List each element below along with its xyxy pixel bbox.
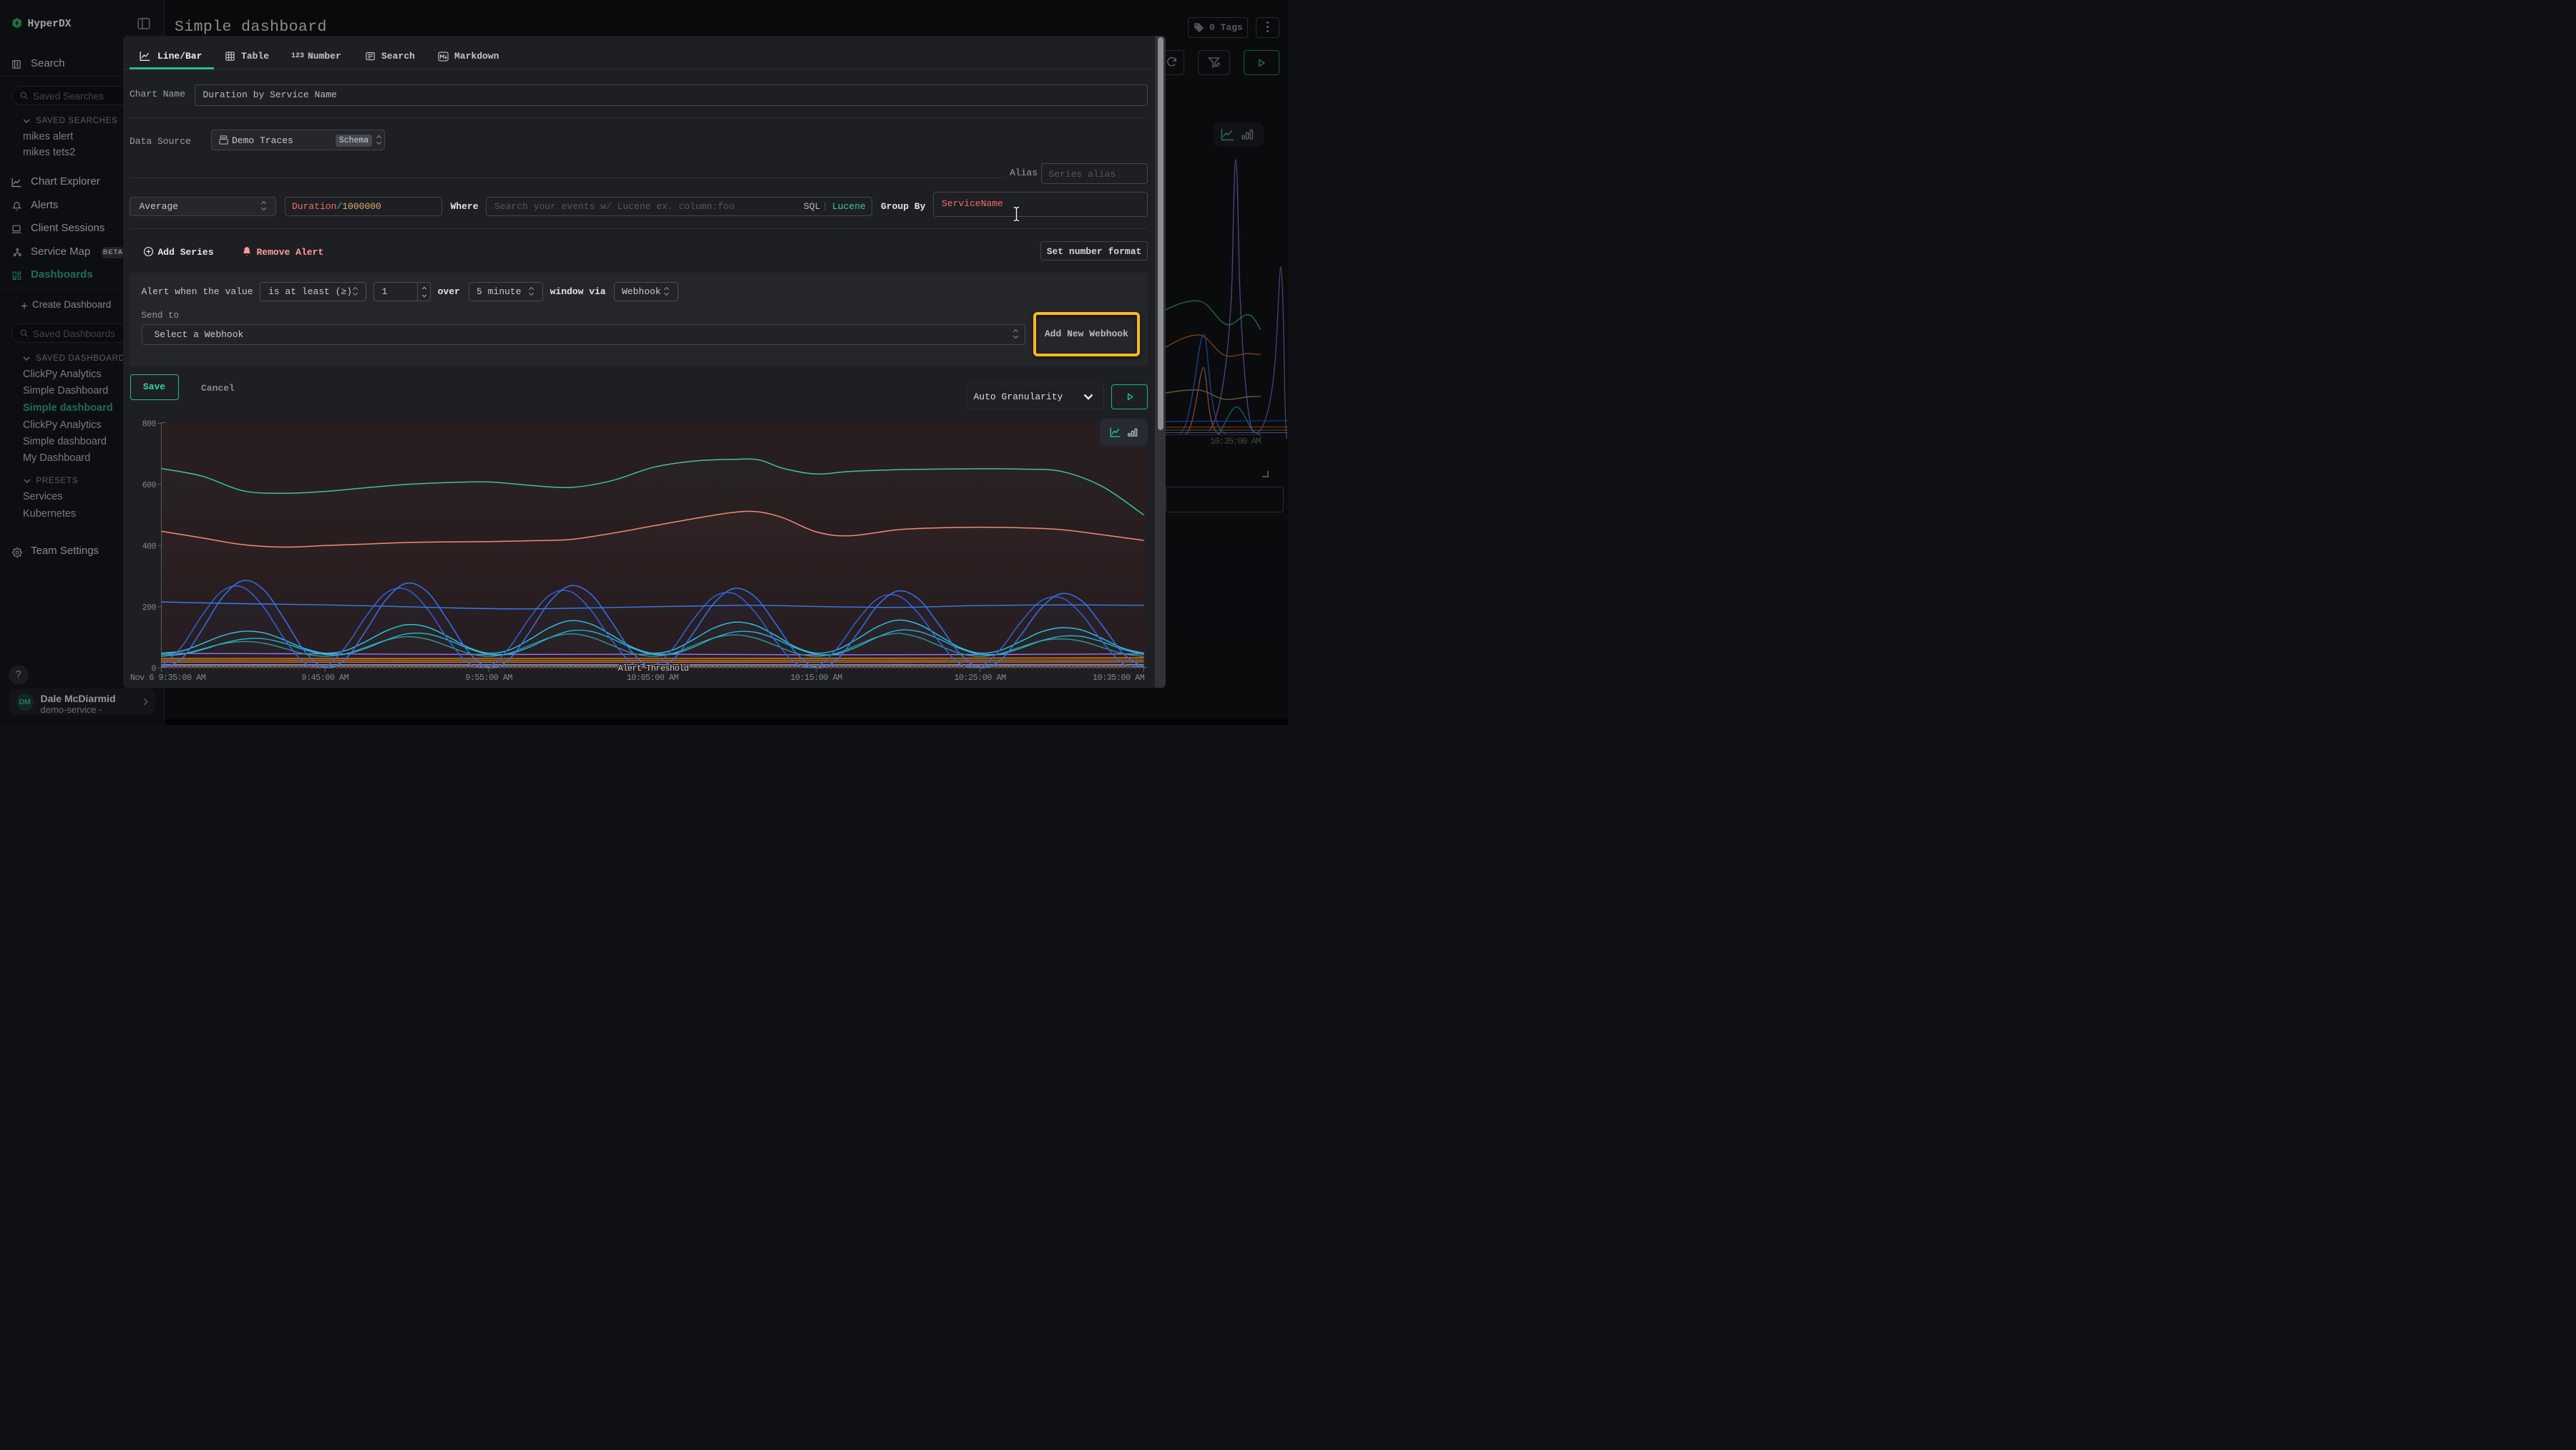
svg-text:9:45:00 AM: 9:45:00 AM [301, 673, 348, 683]
svg-text:Alert Threshold: Alert Threshold [618, 663, 689, 673]
svg-text:10:25:00 AM: 10:25:00 AM [954, 673, 1006, 683]
svg-text:200: 200 [142, 603, 157, 613]
svg-text:10:35:00 AM: 10:35:00 AM [1093, 673, 1145, 683]
svg-text:10:05:00 AM: 10:05:00 AM [627, 673, 679, 683]
svg-text:800: 800 [142, 419, 157, 429]
svg-text:9:55:00 AM: 9:55:00 AM [465, 673, 512, 683]
svg-text:400: 400 [142, 542, 157, 551]
svg-text:10:15:00 AM: 10:15:00 AM [791, 673, 843, 683]
svg-text:Nov 6 9:35:00 AM: Nov 6 9:35:00 AM [130, 673, 206, 683]
svg-text:600: 600 [142, 481, 157, 490]
